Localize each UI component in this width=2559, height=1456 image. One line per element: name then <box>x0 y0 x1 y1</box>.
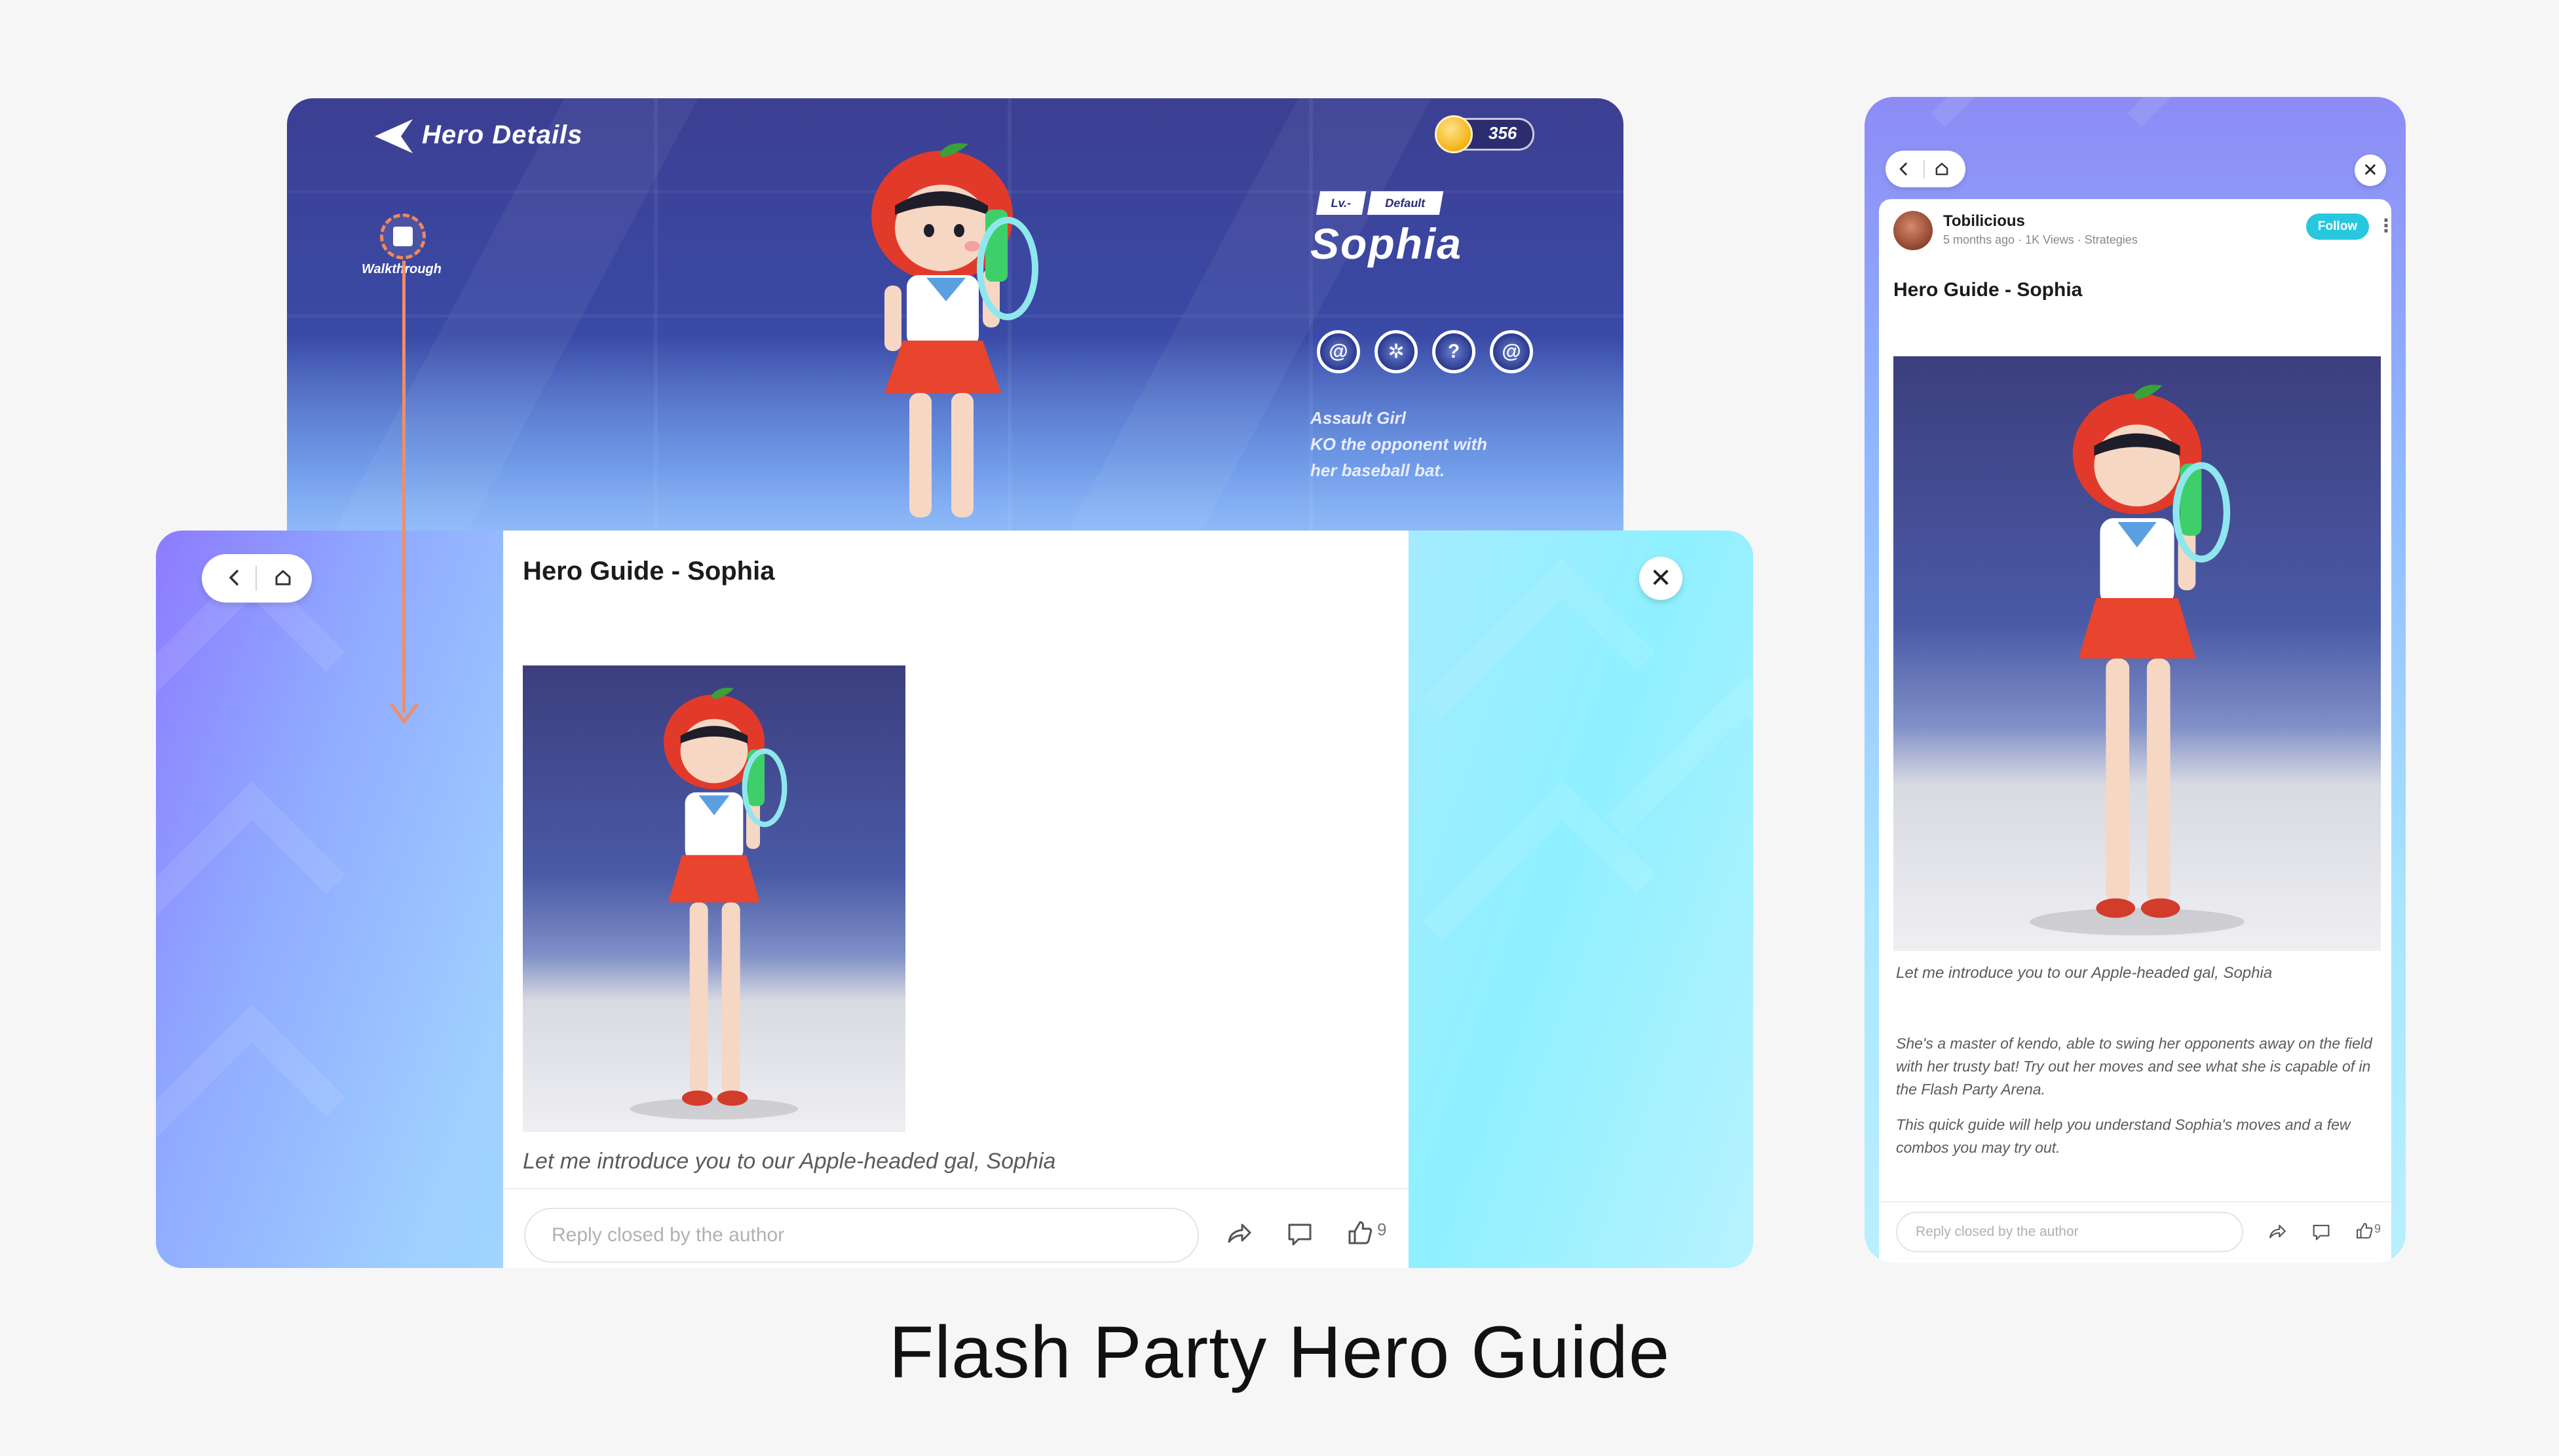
reply-input[interactable]: Reply closed by the author <box>524 1208 1199 1263</box>
chevron-left-icon[interactable] <box>1892 157 1916 181</box>
flow-arrow-line <box>402 261 406 713</box>
hero-name: Sophia <box>1310 219 1463 268</box>
guide-caption: Let me introduce you to our Apple-headed… <box>1896 964 2273 982</box>
guide-paragraph: She's a master of kendo, able to swing h… <box>1896 1035 2372 1098</box>
share-icon[interactable] <box>2265 1221 2288 1243</box>
nav-divider <box>256 566 257 591</box>
walkthrough-label: Walkthrough <box>362 262 442 276</box>
comment-icon[interactable] <box>2310 1221 2332 1243</box>
bg-chevron <box>156 1003 346 1238</box>
share-icon[interactable] <box>1223 1218 1254 1250</box>
walkthrough-book-icon <box>393 227 413 246</box>
guide-title: Hero Guide - Sophia <box>523 557 775 586</box>
bg-chevron <box>156 781 346 1015</box>
hero-character <box>630 687 799 1120</box>
home-icon[interactable] <box>269 563 297 592</box>
hero-details-screen: Hero Details 356 Walkthrough Lv.- Defaul… <box>287 98 1623 531</box>
post-meta: 5 months ago · 1K Views · Strategies <box>1943 233 2138 246</box>
skill-icon[interactable]: @ <box>1317 330 1360 373</box>
hero-character <box>871 143 1038 517</box>
more-icon[interactable]: ⋮ <box>2377 215 2395 236</box>
coin-icon <box>1435 115 1473 153</box>
back-arrow-icon[interactable] <box>372 117 418 156</box>
skill-icon[interactable]: ✲ <box>1374 330 1418 373</box>
home-icon[interactable] <box>1930 157 1954 181</box>
guide-sheet: Hero Guide - Sophia Let me introduce you… <box>503 531 1409 1268</box>
skill-icon[interactable]: @ <box>1490 330 1533 373</box>
skill-glyph: ✲ <box>1388 341 1405 363</box>
hero-character <box>2030 384 2245 936</box>
follow-button[interactable]: Follow <box>2306 214 2369 240</box>
nav-divider <box>1924 160 1925 178</box>
hero-role: Assault Girl <box>1310 408 1406 428</box>
skill-icon[interactable]: ? <box>1432 330 1475 373</box>
hero-image <box>523 665 905 1132</box>
page-title: Hero Details <box>422 121 583 149</box>
skill-glyph: ? <box>1447 341 1460 362</box>
guide-screen: ✕ Hero Guide - Sophia Let me introduce y… <box>156 531 1753 1268</box>
guide-paragraph: This quick guide will help you understan… <box>1896 1116 2351 1156</box>
chevron-left-icon[interactable] <box>220 563 249 592</box>
guide-title: Hero Guide - Sophia <box>1893 279 2083 301</box>
guide-caption: Let me introduce you to our Apple-headed… <box>523 1149 1056 1174</box>
level-badge: Lv.- <box>1316 191 1367 215</box>
mobile-guide-sheet: Tobilicious 5 months ago · 1K Views · St… <box>1879 199 2395 1263</box>
page-caption: Flash Party Hero Guide <box>888 1311 1671 1393</box>
like-count: 9 <box>2374 1222 2381 1235</box>
bg-chevron <box>1422 558 1656 793</box>
avatar[interactable] <box>1893 211 1933 250</box>
author-name[interactable]: Tobilicious <box>1943 212 2025 231</box>
close-button[interactable]: ✕ <box>2355 155 2386 186</box>
close-button[interactable]: ✕ <box>1639 557 1682 600</box>
reply-input[interactable]: Reply closed by the author <box>1896 1212 2243 1252</box>
thumbs-up-icon[interactable] <box>1346 1218 1374 1247</box>
like-count: 9 <box>1377 1220 1387 1239</box>
reply-bar: Reply closed by the author 9 <box>503 1188 1409 1268</box>
comment-icon[interactable] <box>1284 1218 1316 1250</box>
hero-desc-line: her baseball bat. <box>1310 460 1445 480</box>
flow-arrow-icon <box>390 703 419 724</box>
skill-glyph: @ <box>1329 341 1348 362</box>
reply-bar: Reply closed by the author 9 <box>1879 1201 2391 1263</box>
thumbs-up-icon[interactable] <box>2355 1221 2374 1241</box>
hero-description: Assault Girl KO the opponent with her ba… <box>1310 405 1559 483</box>
coin-value: 356 <box>1488 123 1517 143</box>
bg-chevron <box>2127 97 2290 178</box>
mobile-guide-screen: ✕ Tobilicious 5 months ago · 1K Views · … <box>1865 97 2406 1263</box>
skin-badge: Default <box>1367 191 1444 215</box>
hero-image <box>1893 356 2381 951</box>
skill-glyph: @ <box>1502 341 1521 362</box>
hero-desc-line: KO the opponent with <box>1310 434 1488 454</box>
